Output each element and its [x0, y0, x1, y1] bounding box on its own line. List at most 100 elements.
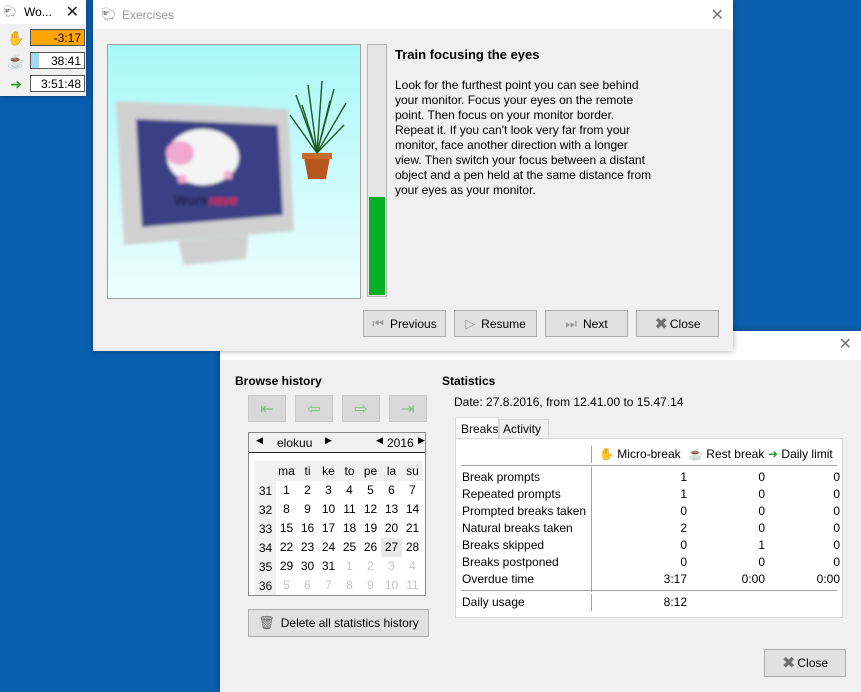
last-day-button[interactable]: ⇥	[389, 395, 427, 422]
timer-row[interactable]: ☕ 38:41	[4, 51, 85, 71]
calendar-week-row: 34 22 23 24 25 26 27 28	[255, 538, 423, 557]
week-number: 34	[255, 538, 276, 557]
resume-button[interactable]: ▷ Resume	[454, 310, 537, 337]
next-button[interactable]: ⏭ Next	[545, 310, 628, 337]
calendar-day[interactable]: 1	[276, 481, 297, 500]
previous-day-button[interactable]: ⇦	[295, 395, 333, 422]
prev-year-arrow[interactable]: ◀	[376, 435, 383, 446]
next-label: Next	[583, 316, 608, 331]
timer-bar: 38:41	[30, 52, 85, 69]
exercises-close-button[interactable]: ✖ Close	[636, 310, 719, 337]
prev-month-arrow[interactable]: ◀	[256, 435, 263, 446]
calendar-day[interactable]: 30	[297, 557, 318, 576]
calendar-day[interactable]: 9	[297, 500, 318, 519]
calendar[interactable]: ◀ elokuu ▶ ◀ 2016 ▶ ma ti ke to pe la su…	[248, 432, 426, 596]
calendar-day[interactable]: 8	[339, 576, 360, 595]
timer-bar-fill	[31, 53, 39, 68]
exercises-close-icon[interactable]: ✕	[711, 5, 724, 25]
statistics-close-button[interactable]: ✖ Close	[764, 649, 846, 677]
hand-icon: ✋	[599, 447, 614, 461]
exit-door-icon: ➜	[768, 447, 779, 461]
daily-limit-value: 0	[833, 521, 840, 535]
week-number: 36	[255, 576, 276, 595]
monitor-graphic: Workrave	[116, 101, 294, 265]
hand-icon: ✋	[7, 30, 25, 46]
calendar-day[interactable]: 11	[339, 500, 360, 519]
calendar-day[interactable]: 6	[297, 576, 318, 595]
weekday-label: to	[344, 463, 355, 478]
skip-back-icon: ⏮	[372, 315, 384, 331]
arrow-left-icon: ⇦	[307, 400, 321, 418]
calendar-day[interactable]: 19	[360, 519, 381, 538]
calendar-day[interactable]: 12	[360, 500, 381, 519]
exercise-progress-fill	[369, 196, 385, 295]
exercises-titlebar: 🐑 Exercises ✕	[93, 0, 733, 29]
calendar-day[interactable]: 17	[318, 519, 339, 538]
first-day-button[interactable]: ⇤	[248, 395, 286, 422]
calendar-week-row: 32 8 9 10 11 12 13 14	[255, 500, 423, 519]
next-month-arrow[interactable]: ▶	[325, 435, 332, 446]
calendar-day[interactable]: 21	[402, 519, 423, 538]
rest-break-value: 0	[758, 504, 765, 518]
calendar-day[interactable]: 7	[318, 576, 339, 595]
calendar-day[interactable]: 28	[402, 538, 423, 557]
calendar-day[interactable]: 31	[318, 557, 339, 576]
trash-can-icon: 🗑	[258, 615, 275, 630]
calendar-day[interactable]: 4	[339, 481, 360, 500]
calendar-day[interactable]: 5	[360, 481, 381, 500]
timer-row[interactable]: ➜ 3:51:48	[4, 74, 85, 94]
calendar-day[interactable]: 10	[381, 576, 402, 595]
arrow-right-icon: ⇨	[354, 400, 368, 418]
calendar-day-selected[interactable]: 27	[381, 538, 402, 557]
calendar-week-row: 33 15 16 17 18 19 20 21	[255, 519, 423, 538]
calendar-day[interactable]: 29	[276, 557, 297, 576]
timer-value: -3:17	[53, 31, 81, 45]
calendar-day[interactable]: 3	[318, 481, 339, 500]
timer-row[interactable]: ✋ -3:17	[4, 28, 85, 48]
calendar-day[interactable]: 24	[318, 538, 339, 557]
weekday-label: ti	[304, 463, 311, 478]
statistics-row: Break prompts 1 0 0	[462, 470, 840, 487]
calendar-day[interactable]: 25	[339, 538, 360, 557]
calendar-day[interactable]: 2	[297, 481, 318, 500]
calendar-day[interactable]: 9	[360, 576, 381, 595]
calendar-day[interactable]: 4	[402, 557, 423, 576]
calendar-day[interactable]: 3	[381, 557, 402, 576]
next-day-button[interactable]: ⇨	[342, 395, 380, 422]
calendar-day[interactable]: 26	[360, 538, 381, 557]
calendar-day[interactable]: 16	[297, 519, 318, 538]
tab-activity[interactable]: Activity	[499, 419, 549, 438]
delete-history-button[interactable]: 🗑 Delete all statistics history	[248, 609, 429, 637]
calendar-day[interactable]: 23	[297, 538, 318, 557]
calendar-day[interactable]: 6	[381, 481, 402, 500]
calendar-day[interactable]: 18	[339, 519, 360, 538]
statistics-close-icon[interactable]: ✕	[839, 334, 852, 354]
micro-break-value: 3:17	[663, 572, 687, 586]
calendar-day[interactable]: 10	[318, 500, 339, 519]
daily-usage-label: Daily usage	[462, 595, 525, 609]
row-label: Breaks postponed	[462, 555, 559, 569]
next-year-arrow[interactable]: ▶	[418, 435, 425, 446]
exit-door-icon: ➜	[10, 76, 22, 92]
calendar-day[interactable]: 1	[339, 557, 360, 576]
exercises-close-label: Close	[669, 316, 701, 331]
status-window-title: Wo...	[24, 5, 52, 19]
calendar-day[interactable]: 14	[402, 500, 423, 519]
statistics-heading: Statistics	[442, 374, 496, 388]
previous-button[interactable]: ⏮ Previous	[363, 310, 446, 337]
micro-break-value: 0	[680, 504, 687, 518]
calendar-day[interactable]: 22	[276, 538, 297, 557]
tab-breaks[interactable]: Breaks	[455, 417, 499, 439]
calendar-day[interactable]: 13	[381, 500, 402, 519]
calendar-day[interactable]: 7	[402, 481, 423, 500]
calendar-day[interactable]: 11	[402, 576, 423, 595]
calendar-day[interactable]: 8	[276, 500, 297, 519]
calendar-day[interactable]: 15	[276, 519, 297, 538]
calendar-day[interactable]: 20	[381, 519, 402, 538]
daily-limit-value: 0	[833, 487, 840, 501]
statistics-row: Prompted breaks taken 0 0 0	[462, 504, 840, 521]
status-close-icon[interactable]: ✕	[66, 2, 79, 22]
calendar-day[interactable]: 5	[276, 576, 297, 595]
go-last-icon: ⇥	[401, 400, 415, 418]
calendar-day[interactable]: 2	[360, 557, 381, 576]
